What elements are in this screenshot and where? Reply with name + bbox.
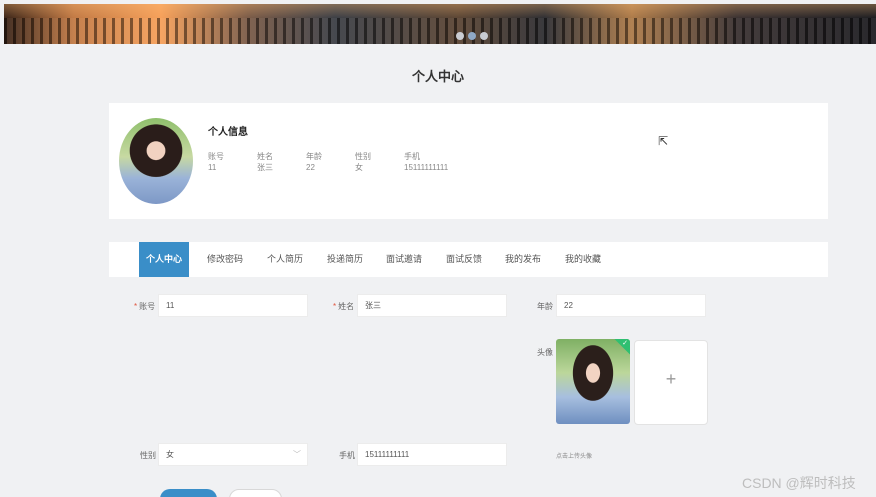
avatar-label: 头像 — [537, 348, 553, 357]
profile-name: 姓名 张三 — [257, 151, 306, 173]
tab-interview-feedback[interactable]: 面试反馈 — [446, 242, 482, 277]
required-mark: * — [333, 302, 337, 311]
plus-icon: + — [665, 369, 677, 389]
banner-glow — [4, 4, 876, 18]
avatar — [119, 118, 193, 204]
carousel-dot-3[interactable] — [480, 32, 488, 40]
profile-gender: 性别 女 — [355, 151, 404, 173]
avatar-preview[interactable]: ✓ — [556, 339, 630, 424]
tab-my-posts[interactable]: 我的发布 — [505, 242, 541, 277]
page-title: 个人中心 — [411, 69, 464, 84]
upload-hint: 点击上传头像 — [556, 454, 593, 460]
phone-input[interactable]: 15111111111 — [357, 443, 507, 466]
watermark: CSDN @辉时科技 — [742, 475, 856, 491]
age-label: 年龄 — [537, 302, 553, 311]
profile-name-value: 张三 — [257, 163, 273, 172]
tab-personal-center[interactable]: 个人中心 — [139, 242, 189, 277]
tab-change-password[interactable]: 修改密码 — [207, 242, 243, 277]
tab-bar: 个人中心 修改密码 个人简历 投递简历 面试邀请 面试反馈 我的发布 我的收藏 — [109, 242, 828, 277]
tab-interview-invites[interactable]: 面试邀请 — [386, 242, 422, 277]
phone-label: 手机 — [339, 451, 355, 460]
age-input[interactable]: 22 — [556, 294, 706, 317]
profile-age: 年龄 22 — [306, 151, 355, 173]
chevron-down-icon: ﹀ — [293, 450, 301, 459]
check-icon: ✓ — [622, 340, 628, 347]
account-label: * 账号 — [134, 301, 155, 312]
submit-button[interactable] — [160, 489, 217, 497]
tab-my-favorites[interactable]: 我的收藏 — [565, 242, 601, 277]
required-mark: * — [134, 302, 138, 311]
account-input[interactable]: 11 — [158, 294, 308, 317]
profile-account: 账号 11 — [208, 151, 257, 173]
profile-phone: 手机 15111111111 — [404, 151, 484, 173]
profile-phone-value: 15111111111 — [404, 163, 449, 172]
profile-gender-label: 性别 — [355, 152, 371, 161]
carousel-dot-2[interactable] — [468, 32, 476, 40]
banner-image — [4, 18, 876, 44]
carousel-indicators — [456, 32, 488, 40]
carousel-dot-1[interactable] — [456, 32, 464, 40]
name-label: * 姓名 — [333, 301, 354, 312]
profile-account-value: 11 — [208, 163, 217, 172]
account-label-text: 账号 — [139, 302, 156, 311]
profile-age-value: 22 — [306, 163, 315, 172]
header-banner — [4, 4, 876, 44]
profile-card: 个人信息 账号 11 姓名 张三 年龄 22 性别 女 手机 151111111… — [109, 103, 828, 219]
tab-submit-resume[interactable]: 投递简历 — [327, 242, 363, 277]
gender-select[interactable]: 女 ﹀ — [158, 443, 308, 466]
profile-age-label: 年龄 — [306, 152, 322, 161]
gender-label: 性别 — [140, 451, 156, 460]
profile-phone-label: 手机 — [404, 152, 420, 161]
profile-info: 账号 11 姓名 张三 年龄 22 性别 女 手机 15111111111 — [208, 151, 484, 173]
profile-gender-value: 女 — [355, 163, 363, 172]
name-input[interactable]: 张三 — [357, 294, 507, 317]
mouse-cursor-icon: ⇱ — [658, 134, 669, 148]
gender-select-value: 女 — [166, 450, 174, 459]
profile-heading: 个人信息 — [208, 127, 248, 138]
name-label-text: 姓名 — [338, 302, 355, 311]
avatar-upload-button[interactable]: + — [634, 340, 708, 425]
profile-name-label: 姓名 — [257, 152, 273, 161]
reset-button[interactable] — [229, 489, 282, 497]
tab-resume[interactable]: 个人简历 — [267, 242, 303, 277]
profile-account-label: 账号 — [208, 152, 224, 161]
